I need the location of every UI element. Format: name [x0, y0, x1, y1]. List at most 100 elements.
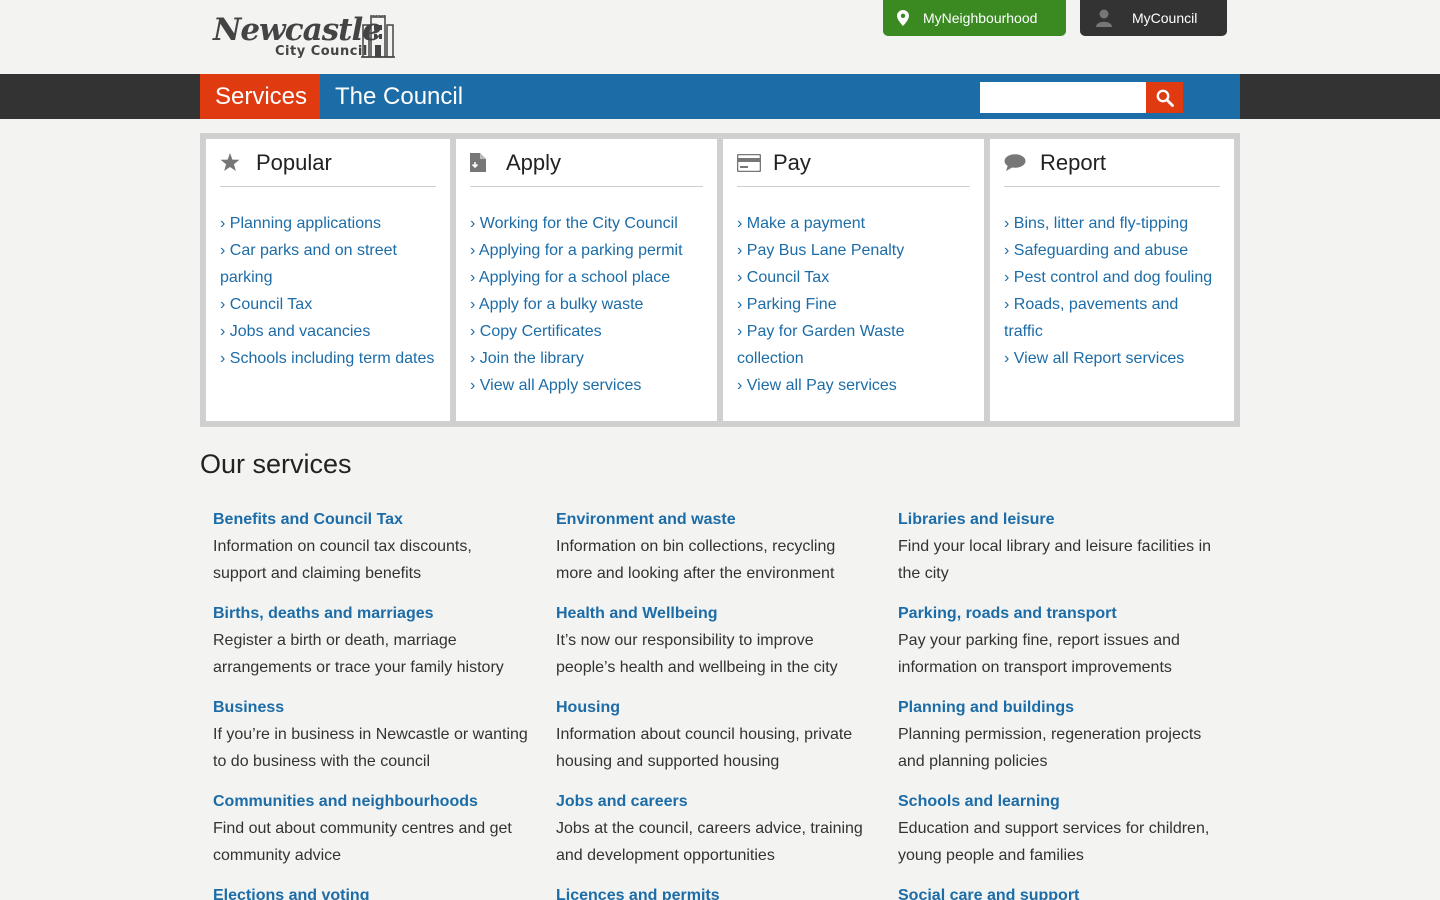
apply-links: Working for the City Council Applying fo… — [470, 210, 703, 399]
service-link[interactable]: Housing — [556, 698, 898, 718]
service-link[interactable]: Business — [213, 698, 556, 718]
logo-main-text: Newcastle — [213, 12, 382, 48]
service-link[interactable]: Jobs and careers — [556, 792, 898, 812]
service-item: Benefits and Council Tax Information on c… — [213, 510, 556, 587]
service-link[interactable]: Planning and buildings — [898, 698, 1240, 718]
service-link[interactable]: Schools and learning — [898, 792, 1240, 812]
service-link[interactable]: Benefits and Council Tax — [213, 510, 556, 530]
card-heading: Apply — [470, 139, 703, 187]
task-link[interactable]: Applying for a parking permit — [470, 237, 703, 264]
service-link[interactable]: Licences and permits — [556, 886, 898, 900]
service-description: Jobs at the council, careers advice, tra… — [556, 820, 863, 864]
task-link[interactable]: View all Report services — [1004, 345, 1220, 372]
task-link[interactable]: Join the library — [470, 345, 703, 372]
task-link[interactable]: View all Pay services — [737, 372, 970, 399]
document-icon — [470, 153, 506, 172]
service-item: Communities and neighbourhoods Find out a… — [213, 792, 556, 869]
service-item: Social care and support — [898, 886, 1240, 900]
service-item: Libraries and leisure Find your local lib… — [898, 510, 1240, 587]
my-neighbourhood-label: MyNeighbourhood — [923, 10, 1038, 26]
council-logo[interactable]: Newcastle City Council — [213, 12, 398, 62]
service-description: Education and support services for child… — [898, 820, 1210, 864]
card-heading: Report — [1004, 139, 1220, 187]
service-description: Pay your parking fine, report issues and… — [898, 632, 1180, 676]
service-item: Licences and permits — [556, 886, 898, 900]
service-item: Planning and buildings Planning permissio… — [898, 698, 1240, 775]
service-item: Births, deaths and marriages Register a b… — [213, 604, 556, 681]
task-link[interactable]: Pay Bus Lane Penalty — [737, 237, 970, 264]
popular-links: Planning applications Car parks and on s… — [220, 210, 436, 372]
task-link[interactable]: Pay for Garden Waste collection — [737, 318, 970, 372]
task-link[interactable]: Car parks and on street parking — [220, 237, 436, 291]
tab-services[interactable]: Services — [200, 74, 320, 119]
speech-bubble-icon — [1004, 153, 1040, 172]
service-link[interactable]: Social care and support — [898, 886, 1240, 900]
logo-sub-text: City Council — [275, 44, 368, 59]
task-link[interactable]: Council Tax — [737, 264, 970, 291]
report-card: Report Bins, litter and fly-tipping Safe… — [990, 139, 1234, 421]
service-link[interactable]: Communities and neighbourhoods — [213, 792, 556, 812]
search-input[interactable] — [980, 82, 1146, 113]
search-button[interactable] — [1146, 82, 1183, 113]
card-title-pay: Pay — [773, 149, 811, 175]
apply-card: Apply Working for the City Council Apply… — [456, 139, 717, 421]
service-link[interactable]: Births, deaths and marriages — [213, 604, 556, 624]
task-link[interactable]: Apply for a bulky waste — [470, 291, 703, 318]
card-heading: Pay — [737, 139, 970, 187]
service-description: It’s now our responsibility to improve p… — [556, 632, 838, 676]
pay-card: Pay Make a payment Pay Bus Lane Penalty … — [723, 139, 984, 421]
service-item: Health and Wellbeing It’s now our respons… — [556, 604, 898, 681]
service-description: Find out about community centres and get… — [213, 820, 512, 864]
site-header: Newcastle City Council MyNeighbourhood M… — [0, 0, 1440, 74]
task-link[interactable]: Make a payment — [737, 210, 970, 237]
task-link[interactable]: Working for the City Council — [470, 210, 703, 237]
card-title-apply: Apply — [506, 149, 562, 175]
task-link[interactable]: Planning applications — [220, 210, 436, 237]
service-link[interactable]: Environment and waste — [556, 510, 898, 530]
task-link[interactable]: Applying for a school place — [470, 264, 703, 291]
service-item: Business If you’re in business in Newcast… — [213, 698, 556, 775]
service-item: Schools and learning Education and suppor… — [898, 792, 1240, 869]
credit-card-icon — [737, 153, 773, 172]
service-item: Housing Information about council housing… — [556, 698, 898, 775]
services-grid: Benefits and Council Tax Information on c… — [213, 510, 1240, 900]
my-council-button[interactable]: MyCouncil — [1080, 0, 1227, 36]
my-council-label: MyCouncil — [1132, 10, 1198, 26]
service-description: Information on council tax discounts, su… — [213, 538, 472, 582]
map-pin-icon — [897, 10, 909, 26]
tab-the-council[interactable]: The Council — [320, 74, 478, 119]
service-description: Register a birth or death, marriage arra… — [213, 632, 504, 676]
service-description: Information about council housing, priva… — [556, 726, 853, 770]
task-link[interactable]: View all Apply services — [470, 372, 703, 399]
task-link[interactable]: Bins, litter and fly-tipping — [1004, 210, 1220, 237]
service-link[interactable]: Elections and voting — [213, 886, 556, 900]
castle-icon — [361, 15, 395, 58]
service-item: Parking, roads and transport Pay your par… — [898, 604, 1240, 681]
my-neighbourhood-button[interactable]: MyNeighbourhood — [883, 0, 1066, 36]
report-links: Bins, litter and fly-tipping Safeguardin… — [1004, 210, 1220, 372]
star-icon — [220, 153, 256, 172]
task-link[interactable]: Pest control and dog fouling — [1004, 264, 1220, 291]
task-link[interactable]: Jobs and vacancies — [220, 318, 436, 345]
service-item: Jobs and careers Jobs at the council, car… — [556, 792, 898, 869]
task-link[interactable]: Roads, pavements and traffic — [1004, 291, 1220, 345]
service-item: Elections and voting — [213, 886, 556, 900]
task-link[interactable]: Safeguarding and abuse — [1004, 237, 1220, 264]
service-description: Find your local library and leisure faci… — [898, 538, 1212, 582]
popular-card: Popular Planning applications Car parks … — [206, 139, 450, 421]
task-link[interactable]: Schools including term dates — [220, 345, 436, 372]
task-panel: Popular Planning applications Car parks … — [200, 133, 1240, 427]
user-icon — [1096, 9, 1112, 27]
pay-links: Make a payment Pay Bus Lane Penalty Coun… — [737, 210, 970, 399]
service-link[interactable]: Health and Wellbeing — [556, 604, 898, 624]
service-link[interactable]: Libraries and leisure — [898, 510, 1240, 530]
card-title-report: Report — [1040, 149, 1107, 175]
card-title-popular: Popular — [256, 149, 332, 175]
search-icon — [1156, 89, 1174, 107]
task-link[interactable]: Council Tax — [220, 291, 436, 318]
task-link[interactable]: Parking Fine — [737, 291, 970, 318]
main-nav: Services The Council — [0, 74, 1440, 119]
task-link[interactable]: Copy Certificates — [470, 318, 703, 345]
service-link[interactable]: Parking, roads and transport — [898, 604, 1240, 624]
service-description: Planning permission, regeneration projec… — [898, 726, 1202, 770]
